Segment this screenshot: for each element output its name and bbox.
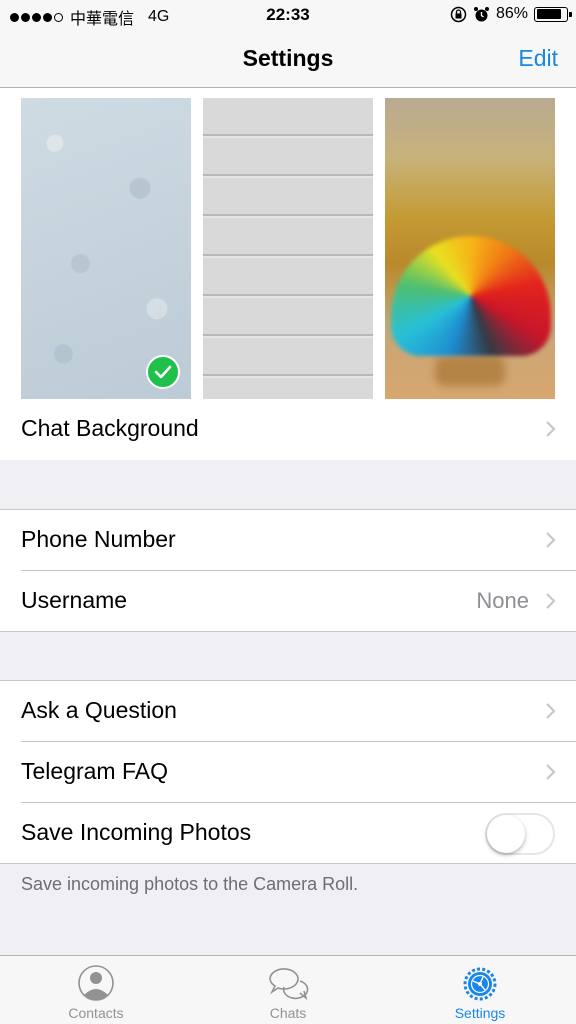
divider [0, 863, 576, 864]
battery-icon [534, 6, 572, 22]
phone-number-label: Phone Number [21, 526, 176, 552]
wallpaper-umbrella-thumbnail[interactable] [385, 98, 555, 399]
tab-chats[interactable]: Chats [192, 956, 384, 1024]
username-label: Username [21, 587, 128, 613]
tab-contacts-label: Contacts [68, 1005, 124, 1021]
tab-contacts[interactable]: Contacts [0, 956, 192, 1024]
chat-background-section: Chat Background [0, 88, 576, 460]
tab-bar: Contacts Chats Settings [0, 955, 576, 1024]
wallpaper-pattern-thumbnail[interactable] [21, 98, 191, 399]
chat-background-label: Chat Background [21, 415, 199, 441]
alarm-icon [473, 6, 489, 21]
divider [0, 631, 576, 632]
umbrella-image [391, 236, 551, 356]
wallpaper-wood-thumbnail[interactable] [203, 98, 373, 399]
save-photos-footnote: Save incoming photos to the Camera Roll. [21, 874, 359, 894]
umbrella-shadow [435, 356, 505, 386]
save-photos-row: Save Incoming Photos [0, 803, 576, 864]
battery-percent: 86% [495, 5, 528, 22]
save-photos-label: Save Incoming Photos [21, 819, 252, 845]
telegram-faq-label: Telegram FAQ [21, 758, 168, 784]
ask-question-row[interactable]: Ask a Question [0, 681, 576, 742]
contacts-icon [78, 965, 114, 1001]
edit-button[interactable]: Edit [518, 45, 558, 72]
phone-number-row[interactable]: Phone Number [0, 510, 576, 571]
username-row[interactable]: Username None [0, 571, 576, 632]
selected-check-icon [146, 355, 180, 389]
chevron-right-icon [546, 421, 556, 437]
username-value: None [476, 588, 529, 613]
chevron-right-icon [546, 764, 556, 780]
tab-settings-label: Settings [454, 1005, 506, 1021]
tab-settings[interactable]: Settings [384, 956, 576, 1024]
status-bar: 中華電信 4G 22:33 86% [0, 0, 576, 30]
chevron-right-icon [546, 593, 556, 609]
status-right: 86% [450, 5, 572, 23]
save-photos-toggle[interactable] [485, 813, 555, 855]
tab-chats-label: Chats [269, 1005, 307, 1021]
ask-question-label: Ask a Question [21, 697, 177, 723]
settings-icon [463, 967, 497, 1001]
rotation-lock-icon [450, 6, 467, 22]
telegram-faq-row[interactable]: Telegram FAQ [0, 742, 576, 803]
chevron-right-icon [546, 532, 556, 548]
toggle-knob [487, 815, 525, 853]
chats-icon [269, 968, 309, 1001]
chat-background-row[interactable]: Chat Background [0, 399, 576, 460]
page-title: Settings [242, 45, 334, 71]
nav-bar: Settings Edit [0, 30, 576, 88]
chevron-right-icon [546, 703, 556, 719]
